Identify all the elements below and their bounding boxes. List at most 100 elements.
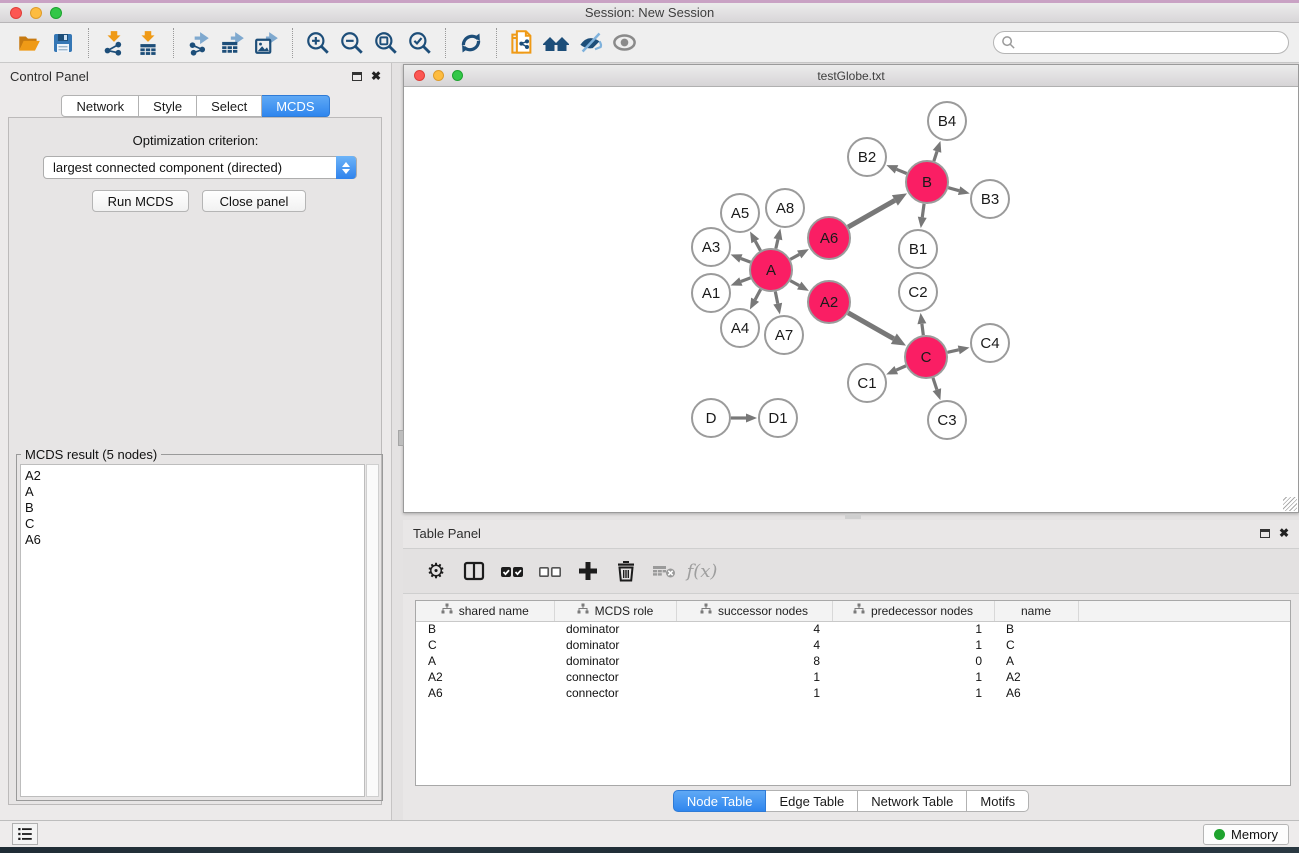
graph-edge-A-A4[interactable] [750,289,761,309]
column-header-shared-name[interactable]: shared name [416,601,554,621]
mcds-list-scrollbar[interactable] [366,464,379,797]
graph-node-C2[interactable]: C2 [899,273,937,311]
graph-node-C[interactable]: C [905,336,947,378]
tab-network-table[interactable]: Network Table [858,790,967,812]
graph-node-A5[interactable]: A5 [721,194,759,232]
graph-edge-A-A7[interactable] [773,292,782,315]
zoom-in-icon[interactable] [301,27,335,59]
import-table-icon[interactable] [131,27,165,59]
graph-node-C3[interactable]: C3 [928,401,966,439]
tab-network[interactable]: Network [61,95,139,117]
settings-gear-icon[interactable]: ⚙ [421,556,451,586]
graph-node-A6[interactable]: A6 [808,217,850,259]
graph-edge-A-A8[interactable] [774,228,783,248]
export-image-icon[interactable] [250,27,284,59]
criterion-dropdown[interactable]: largest connected component (directed) [43,156,357,179]
open-file-icon[interactable] [12,27,46,59]
table-row[interactable]: A2connector11A2 [416,669,1291,685]
column-header-name[interactable]: name [994,601,1078,621]
window-resize-grip[interactable] [1283,497,1297,511]
mcds-result-item[interactable]: B [25,500,364,516]
mcds-result-list[interactable]: A2ABCA6 [20,464,365,797]
graph-node-A[interactable]: A [750,249,792,291]
save-session-icon[interactable] [46,27,80,59]
export-network-icon[interactable] [182,27,216,59]
graph-edge-C-C4[interactable] [947,345,969,354]
column-header-MCDS-role[interactable]: MCDS role [554,601,676,621]
tab-select[interactable]: Select [197,95,262,117]
tab-edge-table[interactable]: Edge Table [766,790,858,812]
table-row[interactable]: Adominator80A [416,653,1291,669]
graph-node-B1[interactable]: B1 [899,230,937,268]
column-header-successor-nodes[interactable]: successor nodes [676,601,832,621]
graph-edge-A-A1[interactable] [731,277,751,285]
deselect-checkboxes-icon[interactable] [535,556,565,586]
graph-edge-C-C1[interactable] [886,366,906,375]
tab-motifs[interactable]: Motifs [967,790,1029,812]
graph-node-A3[interactable]: A3 [692,228,730,266]
search-input[interactable] [993,31,1289,54]
delete-column-icon[interactable] [611,556,641,586]
close-panel-icon[interactable]: ✖ [1279,527,1289,539]
hide-panels-icon[interactable] [573,27,607,59]
float-panel-icon[interactable] [352,72,362,81]
tab-node-table[interactable]: Node Table [673,790,767,812]
function-builder-icon[interactable]: f(x) [687,556,717,586]
home-icon[interactable] [539,27,573,59]
mcds-result-item[interactable]: A6 [25,532,364,548]
graph-node-D[interactable]: D [692,399,730,437]
graph-edge-A6-B[interactable] [848,193,907,227]
graph-node-A2[interactable]: A2 [808,281,850,323]
graph-edge-C-C3[interactable] [933,378,942,400]
network-window-titlebar[interactable]: testGlobe.txt [404,65,1298,87]
mcds-result-item[interactable]: C [25,516,364,532]
zoom-selected-icon[interactable] [403,27,437,59]
graph-node-B[interactable]: B [906,161,948,203]
export-table-icon[interactable] [216,27,250,59]
vertical-splitter-handle[interactable] [398,430,404,446]
horizontal-splitter-handle[interactable] [845,514,861,519]
close-panel-button[interactable]: Close panel [202,190,306,212]
graph-edge-A-A3[interactable] [731,254,751,262]
float-panel-icon[interactable] [1260,529,1270,538]
graph-node-C4[interactable]: C4 [971,324,1009,362]
tab-style[interactable]: Style [139,95,197,117]
task-history-button[interactable] [12,823,38,845]
table-row[interactable]: A6connector11A6 [416,685,1291,701]
graph-node-B3[interactable]: B3 [971,180,1009,218]
graph-node-A8[interactable]: A8 [766,189,804,227]
network-document-icon[interactable] [505,27,539,59]
graph-node-B2[interactable]: B2 [848,138,886,176]
network-canvas[interactable]: A A1 A2 A3 A4 A5 A6 A7 A8 B B1 B2 B3 B4 C C1 C2 C3 C4 D D1 [404,87,1298,512]
graph-edge-A2-C[interactable] [848,313,906,346]
graph-edge-B-B2[interactable] [886,165,906,173]
memory-button[interactable]: Memory [1203,824,1289,845]
graph-edge-B-B1[interactable] [918,204,927,228]
table-row[interactable]: Cdominator41C [416,637,1291,653]
close-panel-icon[interactable]: ✖ [371,70,381,82]
graph-node-D1[interactable]: D1 [759,399,797,437]
add-column-icon[interactable] [573,556,603,586]
show-panels-icon[interactable] [607,27,641,59]
graph-edge-C-C2[interactable] [917,313,926,335]
graph-edge-B-B3[interactable] [948,186,969,195]
graph-edge-A-A2[interactable] [790,281,809,291]
delete-table-icon[interactable] [649,556,679,586]
zoom-fit-icon[interactable] [369,27,403,59]
table-row[interactable]: Bdominator41B [416,621,1291,637]
graph-node-A7[interactable]: A7 [765,316,803,354]
mcds-result-item[interactable]: A [25,484,364,500]
graph-edge-D-D1[interactable] [731,414,757,423]
select-all-checkboxes-icon[interactable] [497,556,527,586]
run-mcds-button[interactable]: Run MCDS [92,190,189,212]
refresh-network-icon[interactable] [454,27,488,59]
graph-edge-A-A5[interactable] [750,231,760,250]
graph-node-B4[interactable]: B4 [928,102,966,140]
column-header-predecessor-nodes[interactable]: predecessor nodes [832,601,994,621]
graph-node-A1[interactable]: A1 [692,274,730,312]
mcds-result-item[interactable]: A2 [25,468,364,484]
tab-mcds[interactable]: MCDS [262,95,329,117]
graph-node-C1[interactable]: C1 [848,364,886,402]
graph-node-A4[interactable]: A4 [721,309,759,347]
graph-edge-A-A6[interactable] [790,249,809,259]
